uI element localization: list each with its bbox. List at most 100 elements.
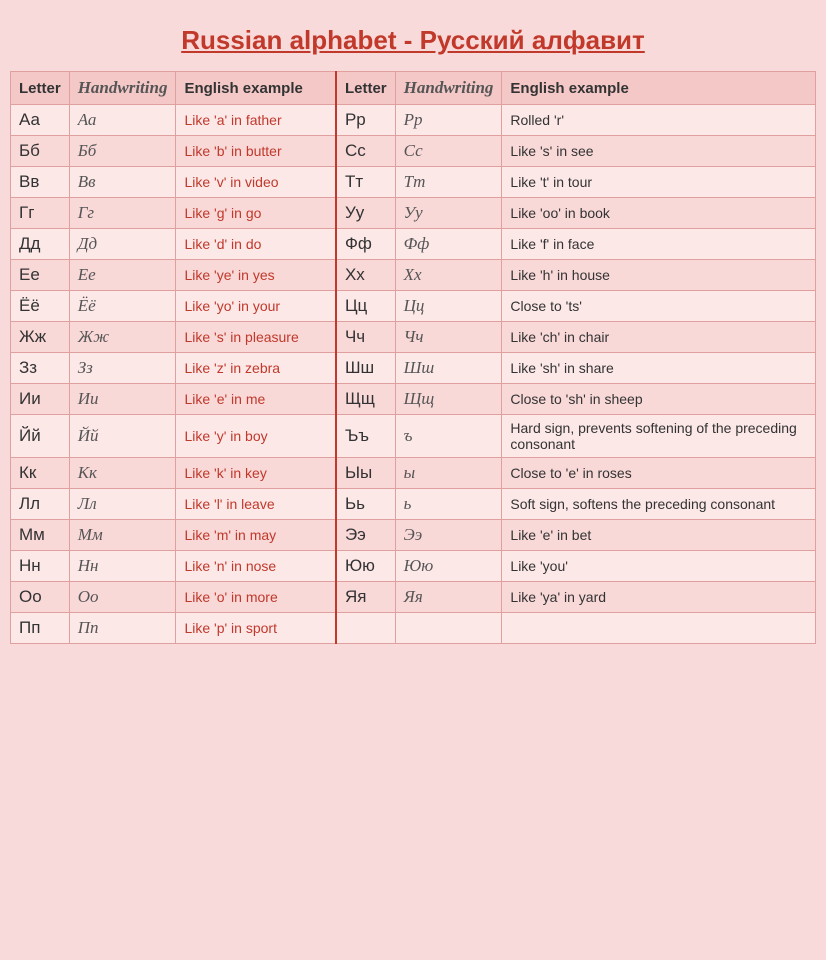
example-right: Like 't' in tour — [502, 167, 816, 198]
letter-left: Нн — [11, 551, 70, 582]
example-left: Like 's' in pleasure — [176, 322, 336, 353]
letter-right — [336, 613, 395, 644]
letter-left: Ёё — [11, 291, 70, 322]
header-handwriting-left: Handwriting — [69, 72, 176, 105]
handwriting-right: Яя — [395, 582, 502, 613]
handwriting-left: Вв — [69, 167, 176, 198]
handwriting-left: Мм — [69, 520, 176, 551]
table-row: Кк Кк Like 'k' in key Ыы ы Close to 'e' … — [11, 458, 816, 489]
handwriting-right: Чч — [395, 322, 502, 353]
handwriting-left: Ии — [69, 384, 176, 415]
handwriting-right: Шш — [395, 353, 502, 384]
handwriting-right: ъ — [395, 415, 502, 458]
example-right: Close to 'ts' — [502, 291, 816, 322]
table-row: Нн Нн Like 'n' in nose Юю Юю Like 'you' — [11, 551, 816, 582]
handwriting-left: Бб — [69, 136, 176, 167]
handwriting-left: Нн — [69, 551, 176, 582]
handwriting-right: Фф — [395, 229, 502, 260]
letter-left: Гг — [11, 198, 70, 229]
letter-left: Лл — [11, 489, 70, 520]
letter-right: Сс — [336, 136, 395, 167]
letter-right: Фф — [336, 229, 395, 260]
letter-left: Вв — [11, 167, 70, 198]
table-row: Дд Дд Like 'd' in do Фф Фф Like 'f' in f… — [11, 229, 816, 260]
letter-right: Ьь — [336, 489, 395, 520]
example-left: Like 'e' in me — [176, 384, 336, 415]
header-example-left: English example — [176, 72, 336, 105]
letter-left: Ее — [11, 260, 70, 291]
handwriting-left: Жж — [69, 322, 176, 353]
letter-right: Чч — [336, 322, 395, 353]
table-row: Лл Лл Like 'l' in leave Ьь ь Soft sign, … — [11, 489, 816, 520]
example-left: Like 'b' in butter — [176, 136, 336, 167]
table-row: Вв Вв Like 'v' in video Тт Тт Like 't' i… — [11, 167, 816, 198]
handwriting-right: Тт — [395, 167, 502, 198]
example-left: Like 'y' in boy — [176, 415, 336, 458]
handwriting-right: Рр — [395, 105, 502, 136]
example-right: Like 'sh' in share — [502, 353, 816, 384]
example-right: Rolled 'r' — [502, 105, 816, 136]
table-header-row: Letter Handwriting English example Lette… — [11, 72, 816, 105]
example-right: Close to 'sh' in sheep — [502, 384, 816, 415]
letter-left: Аа — [11, 105, 70, 136]
letter-left: Йй — [11, 415, 70, 458]
letter-right: Яя — [336, 582, 395, 613]
header-handwriting-right: Handwriting — [395, 72, 502, 105]
handwriting-left: Кк — [69, 458, 176, 489]
letter-right: Уу — [336, 198, 395, 229]
example-right: Like 'f' in face — [502, 229, 816, 260]
example-right: Soft sign, softens the preceding consona… — [502, 489, 816, 520]
example-left: Like 'l' in leave — [176, 489, 336, 520]
example-left: Like 'o' in more — [176, 582, 336, 613]
header-letter-left: Letter — [11, 72, 70, 105]
table-row: Пп Пп Like 'p' in sport — [11, 613, 816, 644]
example-right: Like 'oo' in book — [502, 198, 816, 229]
example-left: Like 'p' in sport — [176, 613, 336, 644]
alphabet-table: Letter Handwriting English example Lette… — [10, 71, 816, 644]
example-left: Like 'k' in key — [176, 458, 336, 489]
table-row: Ее Ее Like 'ye' in yes Хх Хх Like 'h' in… — [11, 260, 816, 291]
table-row: Оо Оо Like 'o' in more Яя Яя Like 'ya' i… — [11, 582, 816, 613]
example-left: Like 'a' in father — [176, 105, 336, 136]
handwriting-right: Хх — [395, 260, 502, 291]
example-left: Like 'd' in do — [176, 229, 336, 260]
handwriting-right: Сс — [395, 136, 502, 167]
letter-left: Пп — [11, 613, 70, 644]
example-left: Like 'm' in may — [176, 520, 336, 551]
example-right: Hard sign, prevents softening of the pre… — [502, 415, 816, 458]
table-row: Ии Ии Like 'e' in me Щщ Щщ Close to 'sh'… — [11, 384, 816, 415]
example-left: Like 'v' in video — [176, 167, 336, 198]
header-letter-right: Letter — [336, 72, 395, 105]
handwriting-right: Ээ — [395, 520, 502, 551]
letter-right: Ыы — [336, 458, 395, 489]
letter-right: Щщ — [336, 384, 395, 415]
handwriting-right: Щщ — [395, 384, 502, 415]
handwriting-left: Йй — [69, 415, 176, 458]
table-row: Бб Бб Like 'b' in butter Сс Сс Like 's' … — [11, 136, 816, 167]
handwriting-left: Дд — [69, 229, 176, 260]
handwriting-right: ы — [395, 458, 502, 489]
example-right — [502, 613, 816, 644]
example-right: Like 'you' — [502, 551, 816, 582]
letter-left: Оо — [11, 582, 70, 613]
letter-right: Юю — [336, 551, 395, 582]
letter-left: Ии — [11, 384, 70, 415]
table-row: Зз Зз Like 'z' in zebra Шш Шш Like 'sh' … — [11, 353, 816, 384]
handwriting-left: Оо — [69, 582, 176, 613]
table-row: Мм Мм Like 'm' in may Ээ Ээ Like 'e' in … — [11, 520, 816, 551]
handwriting-right: ь — [395, 489, 502, 520]
handwriting-right: Юю — [395, 551, 502, 582]
example-left: Like 'n' in nose — [176, 551, 336, 582]
letter-left: Бб — [11, 136, 70, 167]
page-title: Russian alphabet - Русский алфавит — [10, 10, 816, 66]
example-right: Close to 'e' in roses — [502, 458, 816, 489]
handwriting-left: Пп — [69, 613, 176, 644]
letter-right: Ъъ — [336, 415, 395, 458]
example-left: Like 'yo' in your — [176, 291, 336, 322]
handwriting-left: Гг — [69, 198, 176, 229]
letter-right: Шш — [336, 353, 395, 384]
letter-left: Дд — [11, 229, 70, 260]
handwriting-left: Лл — [69, 489, 176, 520]
handwriting-right — [395, 613, 502, 644]
table-row: Жж Жж Like 's' in pleasure Чч Чч Like 'c… — [11, 322, 816, 353]
